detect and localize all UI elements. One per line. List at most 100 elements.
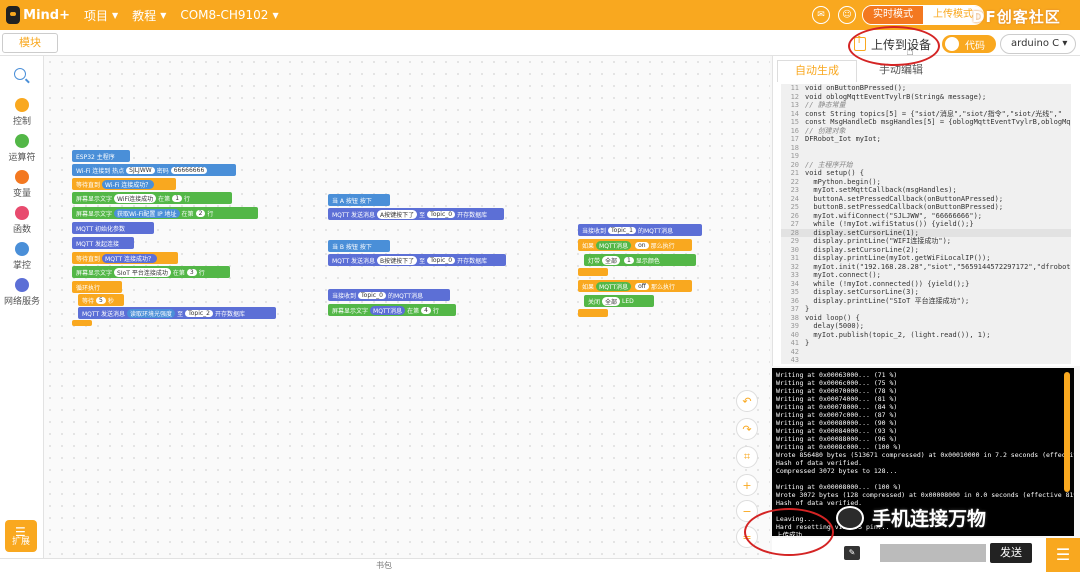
block-slot[interactable]: 3: [186, 268, 197, 276]
block-slot[interactable]: 5: [96, 296, 106, 304]
annotation-circle: [744, 508, 834, 556]
zoom-in-icon[interactable]: +: [736, 474, 758, 496]
block-slot[interactable]: 4: [421, 306, 431, 314]
block-mqtt-send-light[interactable]: MQTT 发送消息 读取环境光强度至 Topic_2 开存数据库: [78, 307, 276, 319]
block-slot[interactable]: 全部: [602, 255, 621, 265]
block-mqtt-init[interactable]: MQTT 初始化参数: [72, 222, 154, 234]
menu-tutorial-label: 教程: [132, 8, 157, 23]
search-icon[interactable]: [14, 68, 26, 80]
tab-auto-generate[interactable]: 自动生成: [777, 60, 857, 82]
block-esp32-main[interactable]: ESP32 主程序: [72, 150, 130, 162]
block-workspace[interactable]: ESP32 主程序 Wi-Fi 连接到 热点 SJLJWW 密码 66666666 等…: [44, 56, 770, 558]
mode-switch[interactable]: 实时模式 上传模式: [862, 5, 984, 25]
block-mqtt-send-a[interactable]: MQTT 发送消息 A按键按下了至 Topic_0 开存数据库: [328, 208, 504, 220]
block-mqtt-connect[interactable]: MQTT 发起连接: [72, 237, 134, 249]
block-slot[interactable]: Wi-Fi 连接成功？: [102, 179, 155, 189]
menu-tutorial[interactable]: 教程 ▼: [132, 7, 166, 24]
block-wifi-connect[interactable]: Wi-Fi 连接到 热点 SJLJWW 密码 66666666: [72, 164, 236, 176]
block-display-siot[interactable]: 屏幕显示文字 SIoT 平台连接成功 在第 3 行: [72, 266, 230, 278]
block-when-a-pressed[interactable]: 当 A 按钮 按下: [328, 194, 390, 206]
block-slot[interactable]: MQTT消息: [596, 281, 632, 291]
clear-output-icon[interactable]: ✎: [844, 546, 860, 560]
block-slot[interactable]: WiFi连接成功: [114, 193, 157, 203]
tab-blocks[interactable]: 模块: [2, 33, 58, 53]
block-slot[interactable]: B按键按下了: [377, 255, 418, 265]
block-slot[interactable]: Topic_2: [185, 309, 213, 317]
block-forever[interactable]: 循环执行: [72, 281, 122, 293]
redo-icon[interactable]: ↷: [736, 418, 758, 440]
category-variables[interactable]: 变量: [0, 170, 44, 199]
block-display-mqtt[interactable]: 屏幕显示文字 MQTT消息 在第 4 行: [328, 304, 456, 316]
block-slot[interactable]: off: [635, 282, 649, 290]
block-wait-mqtt[interactable]: 等待直到 MQTT 连接成功？: [72, 252, 178, 264]
block-slot[interactable]: 全部: [602, 296, 621, 306]
block-on-topic1[interactable]: 当接收到 Topic_1 的 MQTT消息: [578, 224, 702, 236]
block-slot[interactable]: 66666666: [170, 166, 208, 174]
block-wait[interactable]: 等待 5 秒: [78, 294, 124, 306]
line-number: 42: [790, 347, 799, 356]
tidy-icon[interactable]: ⌗: [736, 446, 758, 468]
block-slot[interactable]: 获取Wi-Fi配置 IP 地址: [114, 208, 180, 218]
category-control[interactable]: 控制: [0, 98, 44, 127]
block-text: 屏幕显示文字: [332, 307, 369, 315]
line-number: 14: [790, 109, 799, 118]
line-number: 35: [790, 288, 799, 296]
line-text: void setup() {: [805, 169, 865, 177]
code-toggle[interactable]: 代码: [942, 35, 996, 53]
block-led-off[interactable]: 关闭 全部 LED: [584, 295, 654, 307]
block-if-off[interactable]: 如果 MQTT消息 off 那么执行: [578, 280, 692, 292]
category-network[interactable]: 网络服务: [0, 278, 44, 307]
terminal-scrollbar[interactable]: [1064, 372, 1070, 492]
chip-icon: [15, 242, 29, 256]
block-slot[interactable]: Topic_0: [358, 291, 386, 299]
menu-icon[interactable]: ☰: [1046, 538, 1080, 572]
category-functions[interactable]: 函数: [0, 206, 44, 235]
category-handpy[interactable]: 掌控: [0, 242, 44, 271]
block-slot[interactable]: SIoT 平台连接成功: [114, 267, 171, 277]
code-line: 18: [781, 144, 1071, 153]
terminal-line: Writing at 0x0007c000... (87 %): [776, 411, 898, 419]
mail-icon[interactable]: ✉: [812, 6, 830, 24]
serial-send-input[interactable]: [880, 544, 986, 562]
block-slot[interactable]: 1: [624, 256, 634, 264]
block-if-on[interactable]: 如果 MQTT消息 on 那么执行: [578, 239, 692, 251]
block-slot[interactable]: A按键按下了: [377, 209, 418, 219]
block-wait-wifi[interactable]: 等待直到 Wi-Fi 连接成功？: [72, 178, 176, 190]
backpack-label[interactable]: 书包: [376, 560, 392, 571]
line-number: 27: [790, 220, 799, 228]
extension-button[interactable]: 扩展: [5, 510, 37, 554]
block-text: 开存数据库: [457, 211, 488, 219]
user-icon[interactable]: ☺: [838, 6, 856, 24]
device-select[interactable]: arduino C ▾: [1000, 34, 1076, 54]
block-led-color[interactable]: 灯带 全部 1 显示颜色: [584, 254, 696, 266]
block-slot[interactable]: MQTT 连接成功？: [102, 253, 158, 263]
send-button[interactable]: 发送: [990, 543, 1032, 563]
block-slot[interactable]: SJLJWW: [126, 166, 155, 174]
block-slot[interactable]: 1: [172, 194, 183, 202]
menu-port[interactable]: COM8-CH9102 ▼: [180, 8, 278, 22]
block-text: 在第: [407, 307, 420, 315]
block-slot[interactable]: on: [635, 241, 649, 249]
line-text: delay(5000);: [805, 322, 865, 330]
menu-port-label: COM8-CH9102: [180, 8, 269, 22]
mode-realtime[interactable]: 实时模式: [863, 6, 923, 24]
category-operators[interactable]: 运算符: [0, 134, 44, 163]
block-slot[interactable]: MQTT消息: [370, 305, 406, 315]
block-display-text[interactable]: 屏幕显示文字 WiFi连接成功 在第 1 行: [72, 192, 232, 204]
block-on-topic0[interactable]: 当接收到 Topic_0 的 MQTT消息: [328, 289, 450, 301]
block-slot[interactable]: 2: [195, 209, 206, 217]
code-viewer[interactable]: 11 void onButtonBPressed(); 12 void oblogMq…: [781, 84, 1071, 364]
block-slot[interactable]: Topic_0: [427, 256, 456, 264]
menu-project[interactable]: 项目 ▼: [84, 7, 118, 24]
terminal-line: Writing at 0x00078000... (84 %): [776, 403, 898, 411]
undo-icon[interactable]: ↶: [736, 390, 758, 412]
block-when-b-pressed[interactable]: 当 B 按钮 按下: [328, 240, 390, 252]
block-slot[interactable]: 读取环境光强度: [127, 308, 176, 318]
block-display-ip[interactable]: 屏幕显示文字 获取Wi-Fi配置 IP 地址 在第 2 行: [72, 207, 258, 219]
block-slot[interactable]: Topic_0: [427, 210, 456, 218]
line-number: 24: [790, 194, 799, 203]
block-mqtt-send-b[interactable]: MQTT 发送消息 B按键按下了至 Topic_0 开存数据库: [328, 254, 506, 266]
block-slot[interactable]: Topic_1: [608, 226, 636, 234]
block-text: 等待: [82, 297, 95, 305]
block-slot[interactable]: MQTT消息: [596, 240, 632, 250]
